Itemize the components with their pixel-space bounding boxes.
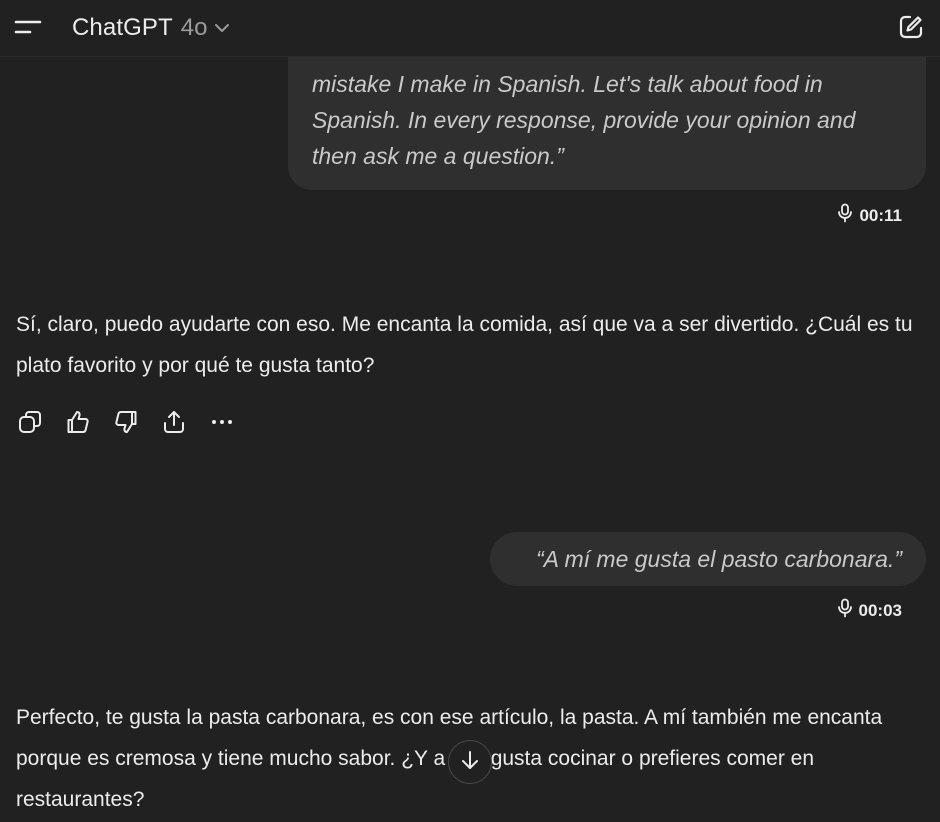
sidebar-menu-icon[interactable] xyxy=(14,14,44,42)
assistant-message-text: Sí, claro, puedo ayudarte con eso. Me en… xyxy=(16,313,913,377)
user-message-bubble: mistake I make in Spanish. Let's talk ab… xyxy=(288,50,926,190)
chat-app: ChatGPT 4o mistake I make in Spanish. Le… xyxy=(0,0,940,822)
user-message-bubble: “A mí me gusta el pasto carbonara.” xyxy=(490,532,926,586)
voice-duration: 00:11 xyxy=(837,203,902,228)
compose-icon[interactable] xyxy=(898,14,924,40)
copy-icon[interactable] xyxy=(16,408,44,436)
top-bar: ChatGPT 4o xyxy=(0,0,940,57)
model-selector[interactable]: ChatGPT 4o xyxy=(72,12,230,44)
thumbs-up-icon[interactable] xyxy=(64,408,92,436)
app-title: ChatGPT xyxy=(72,14,173,41)
microphone-icon xyxy=(837,598,853,623)
microphone-icon xyxy=(837,203,853,228)
chevron-down-icon xyxy=(215,20,230,38)
model-name: 4o xyxy=(180,14,208,41)
user-message-text: mistake I make in Spanish. Let's talk ab… xyxy=(312,71,856,169)
message-actions xyxy=(16,406,236,438)
voice-duration: 00:03 xyxy=(837,598,902,623)
user-message-text: “A mí me gusta el pasto carbonara.” xyxy=(535,546,902,572)
thumbs-down-icon[interactable] xyxy=(112,408,140,436)
more-icon[interactable] xyxy=(208,408,236,436)
assistant-message: Sí, claro, puedo ayudarte con eso. Me en… xyxy=(16,304,926,386)
duration-text: 00:03 xyxy=(858,600,902,620)
arrow-down-icon xyxy=(459,749,481,776)
duration-text: 00:11 xyxy=(859,205,902,225)
share-icon[interactable] xyxy=(160,408,188,436)
scroll-down-button[interactable] xyxy=(448,740,492,784)
